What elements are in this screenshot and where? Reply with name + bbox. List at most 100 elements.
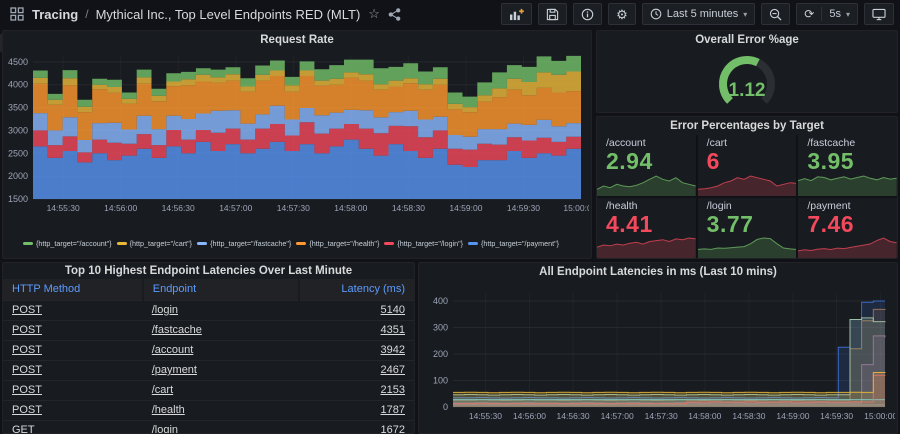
error-stat-tile: /health4.41 [597, 198, 696, 259]
table-cell-link[interactable]: /cart [143, 380, 299, 400]
table-cell-link[interactable]: POST [3, 340, 143, 360]
y-axis-tick-label: 2500 [8, 148, 28, 158]
table-row: POST/fastcache4351 [3, 320, 414, 340]
legend-item[interactable]: {http_target="/health"} [296, 239, 379, 248]
tv-mode-button[interactable] [864, 3, 894, 25]
legend-swatch [197, 242, 207, 245]
table-cell-link[interactable]: /health [143, 400, 299, 420]
stat-sparkline [798, 172, 897, 196]
table-cell-link[interactable]: POST [3, 380, 143, 400]
legend-label: {http_target="/login"} [397, 239, 463, 248]
legend-item[interactable]: {http_target="/cart"} [117, 239, 192, 248]
table-row: POST/cart2153 [3, 380, 414, 400]
add-panel-button[interactable] [501, 3, 532, 25]
y-axis-tick-label: 200 [433, 349, 448, 359]
table-cell-link[interactable]: 4351 [299, 320, 414, 340]
stat-label: /health [606, 200, 696, 212]
panel-title[interactable]: Top 10 Highest Endpoint Latencies Over L… [3, 263, 414, 279]
table-cell-link[interactable]: /payment [143, 360, 299, 380]
column-header[interactable]: Endpoint [143, 279, 299, 300]
panel-title[interactable]: All Endpoint Latencies in ms (Last 10 mi… [419, 263, 897, 281]
legend-item[interactable]: {http_target="/fastcache"} [197, 239, 291, 248]
table-cell-link[interactable]: 1672 [299, 420, 414, 434]
table-cell-link[interactable]: /fastcache [143, 320, 299, 340]
table-cell-link[interactable]: 3942 [299, 340, 414, 360]
legend-item[interactable]: {http_target="/payment"} [468, 239, 559, 248]
x-axis-tick-label: 15:00:00 [563, 203, 589, 213]
stat-sparkline [597, 234, 696, 258]
x-axis-tick-label: 14:56:30 [557, 411, 590, 421]
dashboards-grid-icon[interactable] [10, 7, 24, 21]
legend-label: {http_target="/account"} [36, 239, 112, 248]
stat-value: 4.41 [606, 212, 696, 237]
table-cell-link[interactable]: POST [3, 360, 143, 380]
y-axis-tick-label: 100 [433, 375, 448, 385]
x-axis-tick-label: 14:55:30 [47, 203, 80, 213]
table-cell-link[interactable]: 2467 [299, 360, 414, 380]
zoom-out-time-button[interactable] [761, 3, 790, 25]
request-rate-chart: 150020002500300035004000450014:55:3014:5… [3, 49, 589, 233]
monitor-icon [872, 8, 886, 21]
dashboard-header: Tracing / Mythical Inc., Top Level Endpo… [0, 0, 900, 28]
stat-sparkline [798, 234, 897, 258]
stat-value: 3.77 [707, 212, 797, 237]
panel-title[interactable]: Overall Error %age [597, 31, 897, 49]
table-row: POST/health1787 [3, 400, 414, 420]
refresh-icon: ⟳ [804, 8, 814, 20]
panel-request-rate: Request Rate 150020002500300035004000450… [2, 30, 592, 259]
column-header[interactable]: Latency (ms) [299, 279, 414, 300]
clock-icon [650, 8, 662, 20]
x-axis-tick-label: 14:58:00 [334, 203, 367, 213]
dashboard-insights-button[interactable] [573, 3, 602, 25]
x-axis-tick-label: 14:57:30 [645, 411, 678, 421]
series-line [453, 318, 885, 395]
breadcrumb-separator: / [85, 7, 88, 21]
x-axis-tick-label: 14:56:00 [513, 411, 546, 421]
time-range-picker[interactable]: Last 5 minutes ▾ [642, 3, 756, 25]
table-cell-link[interactable]: /account [143, 340, 299, 360]
breadcrumb-folder[interactable]: Tracing [32, 7, 78, 22]
x-axis-tick-label: 14:57:30 [277, 203, 310, 213]
table-cell-link[interactable]: 5140 [299, 300, 414, 320]
x-axis-tick-label: 14:58:30 [732, 411, 765, 421]
table-cell-link[interactable]: GET [3, 420, 143, 434]
stat-value: 7.46 [807, 212, 897, 237]
stat-value: 2.94 [606, 149, 696, 174]
series-line [453, 301, 885, 398]
share-icon[interactable] [388, 8, 401, 21]
legend-label: {http_target="/cart"} [130, 239, 192, 248]
legend-item[interactable]: {http_target="/account"} [23, 239, 112, 248]
table-cell-link[interactable]: 2153 [299, 380, 414, 400]
x-axis-tick-label: 14:58:00 [688, 411, 721, 421]
save-dashboard-button[interactable] [538, 3, 567, 25]
x-axis-tick-label: 14:57:00 [219, 203, 252, 213]
series-line [453, 372, 885, 393]
table-cell-link[interactable]: POST [3, 400, 143, 420]
star-icon[interactable]: ☆ [368, 6, 380, 22]
panel-title[interactable]: Request Rate [3, 31, 591, 49]
table-cell-link[interactable]: /login [143, 420, 299, 434]
table-row: POST/account3942 [3, 340, 414, 360]
panel-title[interactable]: Error Percentages by Target [597, 117, 897, 135]
latency-table: HTTP MethodEndpointLatency (ms) POST/log… [3, 279, 414, 434]
panel-all-latencies: All Endpoint Latencies in ms (Last 10 mi… [418, 262, 898, 434]
dashboard-settings-button[interactable]: ⚙ [608, 3, 636, 25]
column-header[interactable]: HTTP Method [3, 279, 143, 300]
legend-item[interactable]: {http_target="/login"} [384, 239, 463, 248]
table-cell-link[interactable]: POST [3, 300, 143, 320]
table-cell-link[interactable]: POST [3, 320, 143, 340]
error-target-tiles: /account2.94/cart6/fastcache3.95/health4… [597, 135, 897, 258]
panel-error-percentages: Error Percentages by Target /account2.94… [596, 116, 898, 259]
gear-icon: ⚙ [616, 8, 628, 21]
table-cell-link[interactable]: 1787 [299, 400, 414, 420]
stat-sparkline [698, 172, 797, 196]
breadcrumb-dashboard-title[interactable]: Mythical Inc., Top Level Endpoints RED (… [96, 7, 361, 22]
error-gauge: 1.12 [672, 49, 822, 111]
y-axis-tick-label: 1500 [8, 194, 28, 204]
series-line [453, 309, 885, 400]
table-cell-link[interactable]: /login [143, 300, 299, 320]
refresh-picker[interactable]: ⟳ 5s ▾ [796, 3, 858, 25]
x-axis-tick-label: 15:00:00 [864, 411, 895, 421]
legend-label: {http_target="/health"} [309, 239, 379, 248]
error-stat-tile: /account2.94 [597, 135, 696, 196]
